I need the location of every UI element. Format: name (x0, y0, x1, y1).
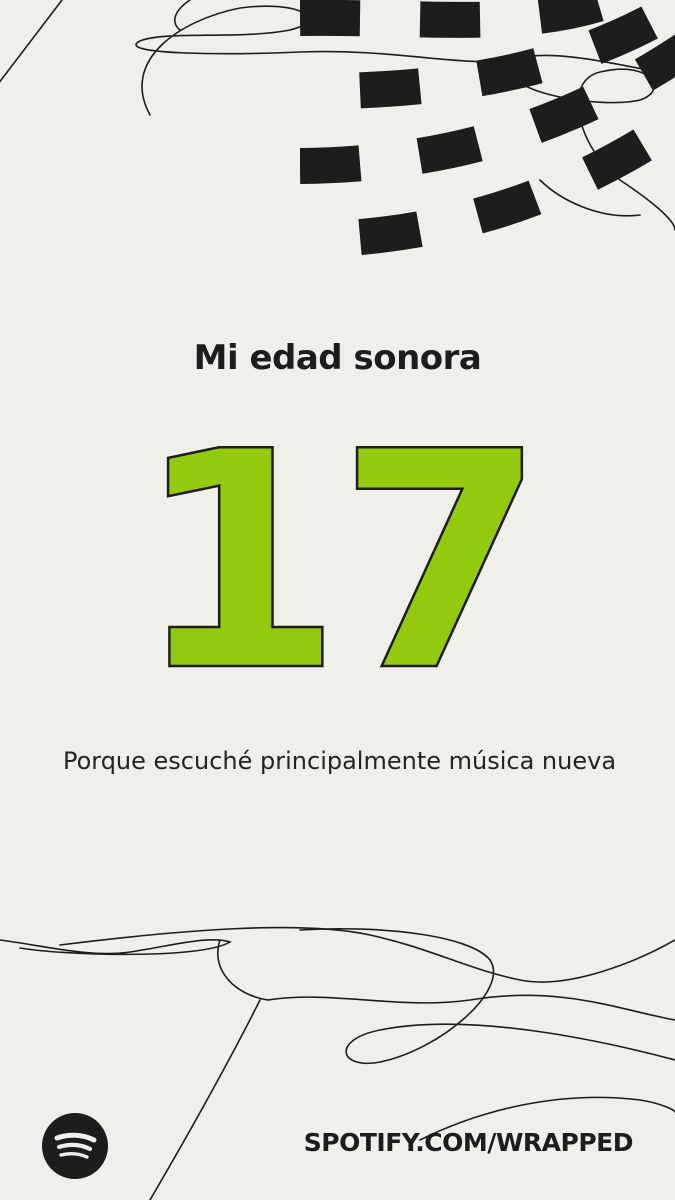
spotify-logo-icon (42, 1113, 108, 1179)
page-title: Mi edad sonora (193, 338, 482, 378)
age-value: 17 (134, 440, 539, 680)
sound-age-number: 17 (133, 440, 547, 680)
reason-text: Porque escuché principalmente música nue… (62, 747, 617, 775)
footer-url[interactable]: SPOTIFY.COM/WRAPPED (304, 1128, 634, 1157)
checkered-arc-pattern (300, 0, 675, 258)
